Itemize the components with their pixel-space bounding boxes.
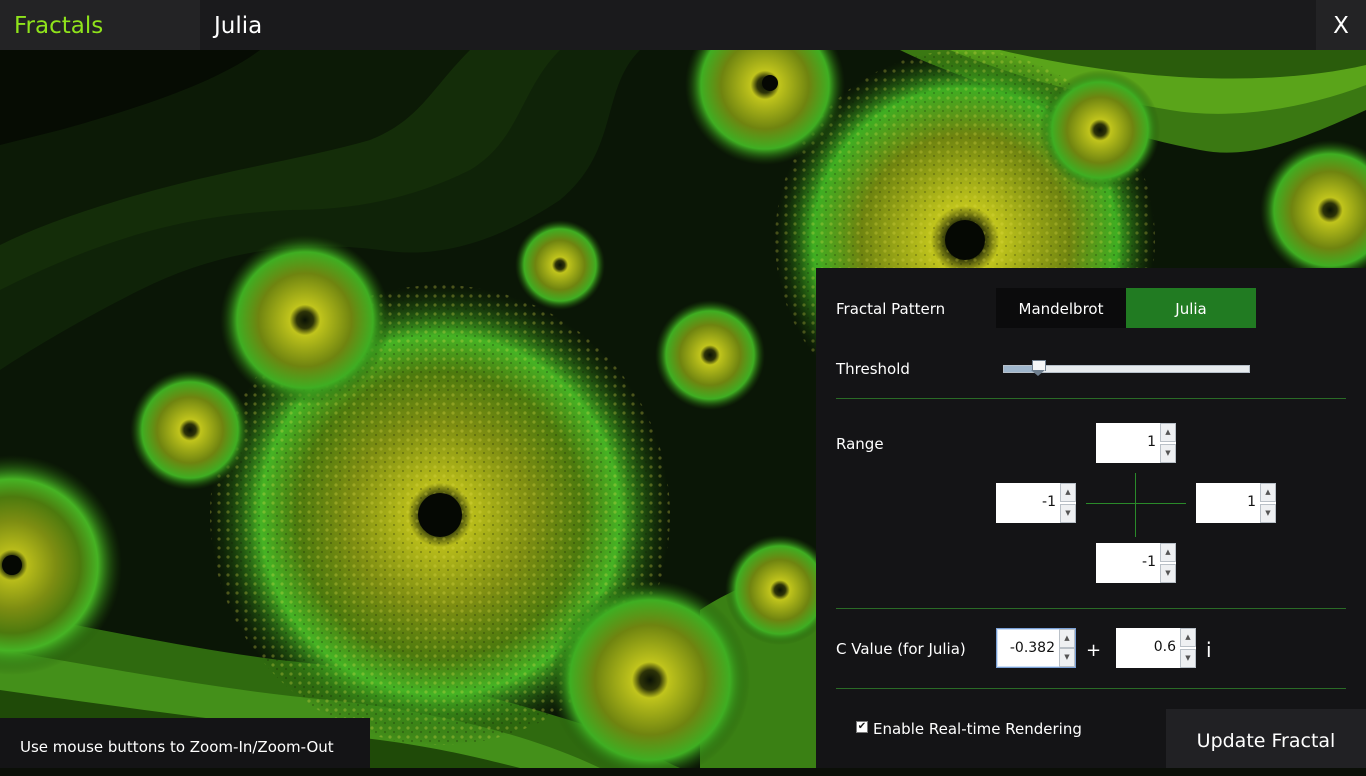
stepper-up-icon[interactable]: ▲ [1180, 628, 1196, 647]
c-real-value[interactable]: -0.382 [997, 629, 1059, 667]
stepper-up-icon[interactable]: ▲ [1160, 423, 1176, 442]
stepper-down-icon[interactable]: ▼ [1060, 504, 1076, 523]
realtime-label[interactable]: Enable Real-time Rendering [873, 720, 1082, 738]
stepper-up-icon[interactable]: ▲ [1060, 483, 1076, 502]
app-title: Fractals [0, 0, 200, 50]
julia-option[interactable]: Julia [1126, 288, 1256, 328]
stepper-down-icon[interactable]: ▼ [1160, 564, 1176, 583]
range-top-value[interactable]: 1 [1096, 423, 1160, 461]
range-bottom-value[interactable]: -1 [1096, 543, 1160, 581]
range-left-value[interactable]: -1 [996, 483, 1060, 521]
threshold-label: Threshold [836, 360, 910, 378]
stepper-down-icon[interactable]: ▼ [1059, 648, 1075, 667]
range-crosshair-horizontal [1086, 503, 1186, 504]
divider [836, 688, 1346, 689]
stepper-up-icon[interactable]: ▲ [1059, 629, 1075, 648]
fractal-pattern-label: Fractal Pattern [836, 300, 946, 318]
range-right-stepper[interactable]: 1 ▲ ▼ [1196, 483, 1276, 523]
plus-sign: + [1086, 640, 1102, 661]
stepper-down-icon[interactable]: ▼ [1180, 649, 1196, 668]
imaginary-unit: i [1206, 638, 1212, 662]
stepper-up-icon[interactable]: ▲ [1160, 543, 1176, 562]
c-imag-value[interactable]: 0.6 [1116, 628, 1180, 666]
mandelbrot-option[interactable]: Mandelbrot [996, 288, 1126, 328]
stepper-down-icon[interactable]: ▼ [1260, 504, 1276, 523]
threshold-slider[interactable] [1003, 360, 1250, 376]
divider [836, 398, 1346, 399]
range-left-stepper[interactable]: -1 ▲ ▼ [996, 483, 1076, 523]
range-bottom-stepper[interactable]: -1 ▲ ▼ [1096, 543, 1176, 583]
stepper-down-icon[interactable]: ▼ [1160, 444, 1176, 463]
range-right-value[interactable]: 1 [1196, 483, 1260, 521]
range-crosshair-vertical [1135, 473, 1136, 537]
c-value-label: C Value (for Julia) [836, 640, 966, 658]
update-fractal-button[interactable]: Update Fractal [1166, 709, 1366, 768]
close-button[interactable]: X [1316, 0, 1366, 50]
title-bar: Fractals Julia X [0, 0, 1366, 50]
range-label: Range [836, 435, 884, 453]
c-imag-stepper[interactable]: 0.6 ▲ ▼ [1116, 628, 1196, 668]
stepper-up-icon[interactable]: ▲ [1260, 483, 1276, 502]
c-real-stepper[interactable]: -0.382 ▲ ▼ [996, 628, 1076, 668]
zoom-hint: Use mouse buttons to Zoom-In/Zoom-Out [0, 718, 370, 768]
realtime-checkbox[interactable]: ✔ [856, 721, 868, 733]
range-top-stepper[interactable]: 1 ▲ ▼ [1096, 423, 1176, 463]
divider [836, 608, 1346, 609]
mode-title: Julia [214, 13, 263, 39]
settings-panel: Fractal Pattern Mandelbrot Julia Thresho… [816, 268, 1366, 768]
checkmark-icon: ✔ [857, 721, 867, 732]
